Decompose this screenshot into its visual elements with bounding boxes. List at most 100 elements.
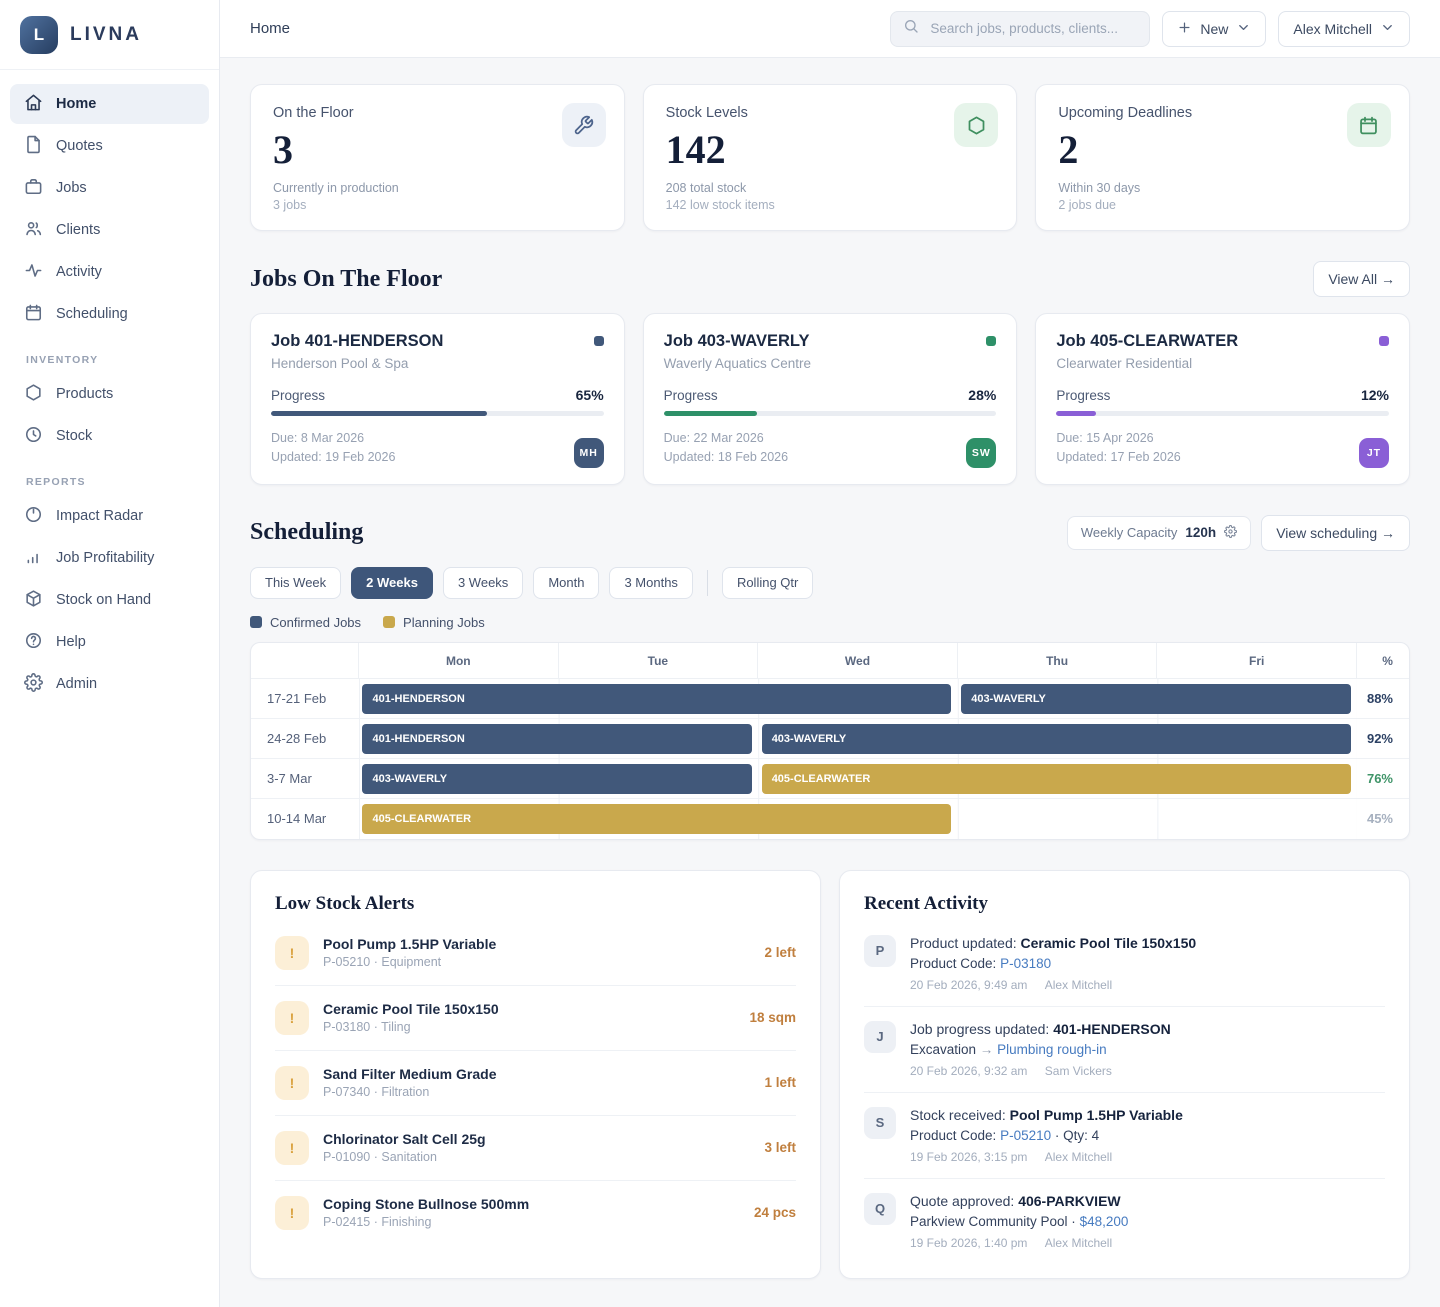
sidebar-item-stock-on-hand[interactable]: Stock on Hand xyxy=(10,580,209,620)
alert-icon: ! xyxy=(275,936,309,970)
sidebar-item-scheduling[interactable]: Scheduling xyxy=(10,294,209,334)
schedule-bar-401-henderson[interactable]: 401-HENDERSON xyxy=(362,724,751,754)
weekly-capacity-value: 120h xyxy=(1185,525,1216,540)
alert-icon: ! xyxy=(275,1196,309,1230)
activity-link[interactable]: P-03180 xyxy=(1000,956,1051,971)
tab-month[interactable]: Month xyxy=(533,567,599,599)
stock-item-code: P-01090 · Sanitation xyxy=(323,1150,750,1164)
job-title: Job 401-HENDERSON xyxy=(271,332,443,351)
scheduling-table: MonTueWedThuFri% 17-21 Feb401-HENDERSON4… xyxy=(250,642,1410,840)
sidebar-item-home[interactable]: Home xyxy=(10,84,209,124)
scheduling-section-head: Scheduling Weekly Capacity 120h View sch… xyxy=(250,515,1410,551)
stat-subtext-2: 3 jobs xyxy=(273,198,602,212)
sidebar-item-label: Stock xyxy=(56,428,92,444)
schedule-bar-405-clearwater[interactable]: 405-CLEARWATER xyxy=(762,764,1351,794)
stock-item-name: Chlorinator Salt Cell 25g xyxy=(323,1131,750,1147)
users-icon xyxy=(24,219,43,242)
sidebar-item-label: Scheduling xyxy=(56,306,128,322)
week-label: 3-7 Mar xyxy=(251,759,359,798)
stock-item-quantity: 1 left xyxy=(764,1075,796,1090)
sidebar-item-admin[interactable]: Admin xyxy=(10,664,209,704)
user-menu-button[interactable]: Alex Mitchell xyxy=(1278,11,1410,47)
sidebar-item-clients[interactable]: Clients xyxy=(10,210,209,250)
job-progress-label: Progress xyxy=(664,388,718,403)
schedule-row-24-28-feb: 24-28 Feb401-HENDERSON403-WAVERLY92% xyxy=(251,719,1409,759)
wrench-icon xyxy=(562,103,606,147)
weekly-capacity-badge: Weekly Capacity 120h xyxy=(1067,516,1251,550)
sidebar-item-products[interactable]: Products xyxy=(10,374,209,414)
stock-item-code: P-07340 · Filtration xyxy=(323,1085,750,1099)
sidebar-item-label: Clients xyxy=(56,222,100,238)
week-track: 401-HENDERSON 403-WAVERLY xyxy=(359,719,1357,758)
sidebar-item-jobs[interactable]: Jobs xyxy=(10,168,209,208)
activity-detail-text: Parkview Community Pool · xyxy=(910,1214,1080,1229)
schedule-bar-403-waverly[interactable]: 403-WAVERLY xyxy=(362,764,751,794)
job-card-job-405-clearwater[interactable]: Job 405-CLEARWATER Clearwater Residentia… xyxy=(1035,313,1410,485)
job-card-job-403-waverly[interactable]: Job 403-WAVERLY Waverly Aquatics Centre … xyxy=(643,313,1018,485)
tab-rolling-qtr[interactable]: Rolling Qtr xyxy=(722,567,813,599)
sidebar-item-label: Stock on Hand xyxy=(56,592,151,608)
activity-detail-text: Product Code: xyxy=(910,1128,1000,1143)
low-stock-item-pool-pump-1-5hp-variable[interactable]: ! Pool Pump 1.5HP Variable P-05210 · Equ… xyxy=(275,921,796,986)
stock-item-code: P-05210 · Equipment xyxy=(323,955,750,969)
stat-title: On the Floor xyxy=(273,105,602,121)
search-input[interactable] xyxy=(928,20,1137,37)
tab-3-weeks[interactable]: 3 Weeks xyxy=(443,567,523,599)
tab-this-week[interactable]: This Week xyxy=(250,567,341,599)
job-updated-date: Updated: 17 Feb 2026 xyxy=(1056,448,1180,467)
schedule-bar-403-waverly[interactable]: 403-WAVERLY xyxy=(961,684,1350,714)
sidebar-item-help[interactable]: Help xyxy=(10,622,209,662)
sidebar: L LIVNA Home Quotes Jobs Clients Activit… xyxy=(0,0,220,1307)
gear-icon[interactable] xyxy=(1224,525,1237,541)
sidebar-item-quotes[interactable]: Quotes xyxy=(10,126,209,166)
legend-label: Planning Jobs xyxy=(403,615,485,630)
sidebar-item-label: Products xyxy=(56,386,113,402)
schedule-bar-405-clearwater[interactable]: 405-CLEARWATER xyxy=(362,804,951,834)
low-stock-item-sand-filter-medium-grade[interactable]: ! Sand Filter Medium Grade P-07340 · Fil… xyxy=(275,1051,796,1116)
search-box[interactable] xyxy=(890,11,1150,47)
legend-item-planning-jobs: Planning Jobs xyxy=(383,615,485,630)
activity-link[interactable]: Plumbing rough-in xyxy=(997,1042,1107,1057)
tab-2-weeks[interactable]: 2 Weeks xyxy=(351,567,433,599)
view-scheduling-button[interactable]: View scheduling → xyxy=(1261,515,1410,551)
activity-link[interactable]: $48,200 xyxy=(1080,1214,1129,1229)
activity-detail: Product Code: P-03180 xyxy=(910,956,1196,971)
job-status-dot xyxy=(594,336,604,346)
week-utilization: 76% xyxy=(1357,759,1409,798)
job-card-job-401-henderson[interactable]: Job 401-HENDERSON Henderson Pool & Spa P… xyxy=(250,313,625,485)
job-updated-date: Updated: 19 Feb 2026 xyxy=(271,448,395,467)
stat-title: Upcoming Deadlines xyxy=(1058,105,1387,121)
sidebar-item-activity[interactable]: Activity xyxy=(10,252,209,292)
sidebar-item-stock[interactable]: Stock xyxy=(10,416,209,456)
stock-item-quantity: 2 left xyxy=(764,945,796,960)
view-all-button[interactable]: View All → xyxy=(1313,261,1410,297)
radar-icon xyxy=(24,505,43,528)
sidebar-item-job-profitability[interactable]: Job Profitability xyxy=(10,538,209,578)
low-stock-item-chlorinator-salt-cell-25g[interactable]: ! Chlorinator Salt Cell 25g P-01090 · Sa… xyxy=(275,1116,796,1181)
chevron-down-icon xyxy=(1380,20,1395,38)
stat-subtext: Currently in production xyxy=(273,181,602,195)
tab-3-months[interactable]: 3 Months xyxy=(609,567,692,599)
brand-logo: L xyxy=(20,16,58,54)
home-icon xyxy=(24,93,43,116)
new-button[interactable]: New xyxy=(1162,11,1266,47)
avatar: SW xyxy=(966,438,996,468)
legend-item-confirmed-jobs: Confirmed Jobs xyxy=(250,615,361,630)
calendar-icon xyxy=(1347,103,1391,147)
file-icon xyxy=(24,135,43,158)
activity-user: Alex Mitchell xyxy=(1045,978,1112,992)
schedule-bar-401-henderson[interactable]: 401-HENDERSON xyxy=(362,684,951,714)
jobs-section-head: Jobs On The Floor View All → xyxy=(250,261,1410,297)
stock-item-code: P-03180 · Tiling xyxy=(323,1020,735,1034)
job-progress-track xyxy=(1056,411,1389,416)
job-progress-track xyxy=(664,411,997,416)
sidebar-item-impact-radar[interactable]: Impact Radar xyxy=(10,496,209,536)
stat-value: 3 xyxy=(273,129,602,171)
activity-link[interactable]: P-05210 xyxy=(1000,1128,1051,1143)
sidebar-section-label: REPORTS xyxy=(26,476,193,488)
activity-user: Alex Mitchell xyxy=(1045,1150,1112,1164)
low-stock-item-coping-stone-bullnose-500mm[interactable]: ! Coping Stone Bullnose 500mm P-02415 · … xyxy=(275,1181,796,1245)
schedule-bar-403-waverly[interactable]: 403-WAVERLY xyxy=(762,724,1351,754)
stock-item-name: Pool Pump 1.5HP Variable xyxy=(323,936,750,952)
low-stock-item-ceramic-pool-tile-150x150[interactable]: ! Ceramic Pool Tile 150x150 P-03180 · Ti… xyxy=(275,986,796,1051)
